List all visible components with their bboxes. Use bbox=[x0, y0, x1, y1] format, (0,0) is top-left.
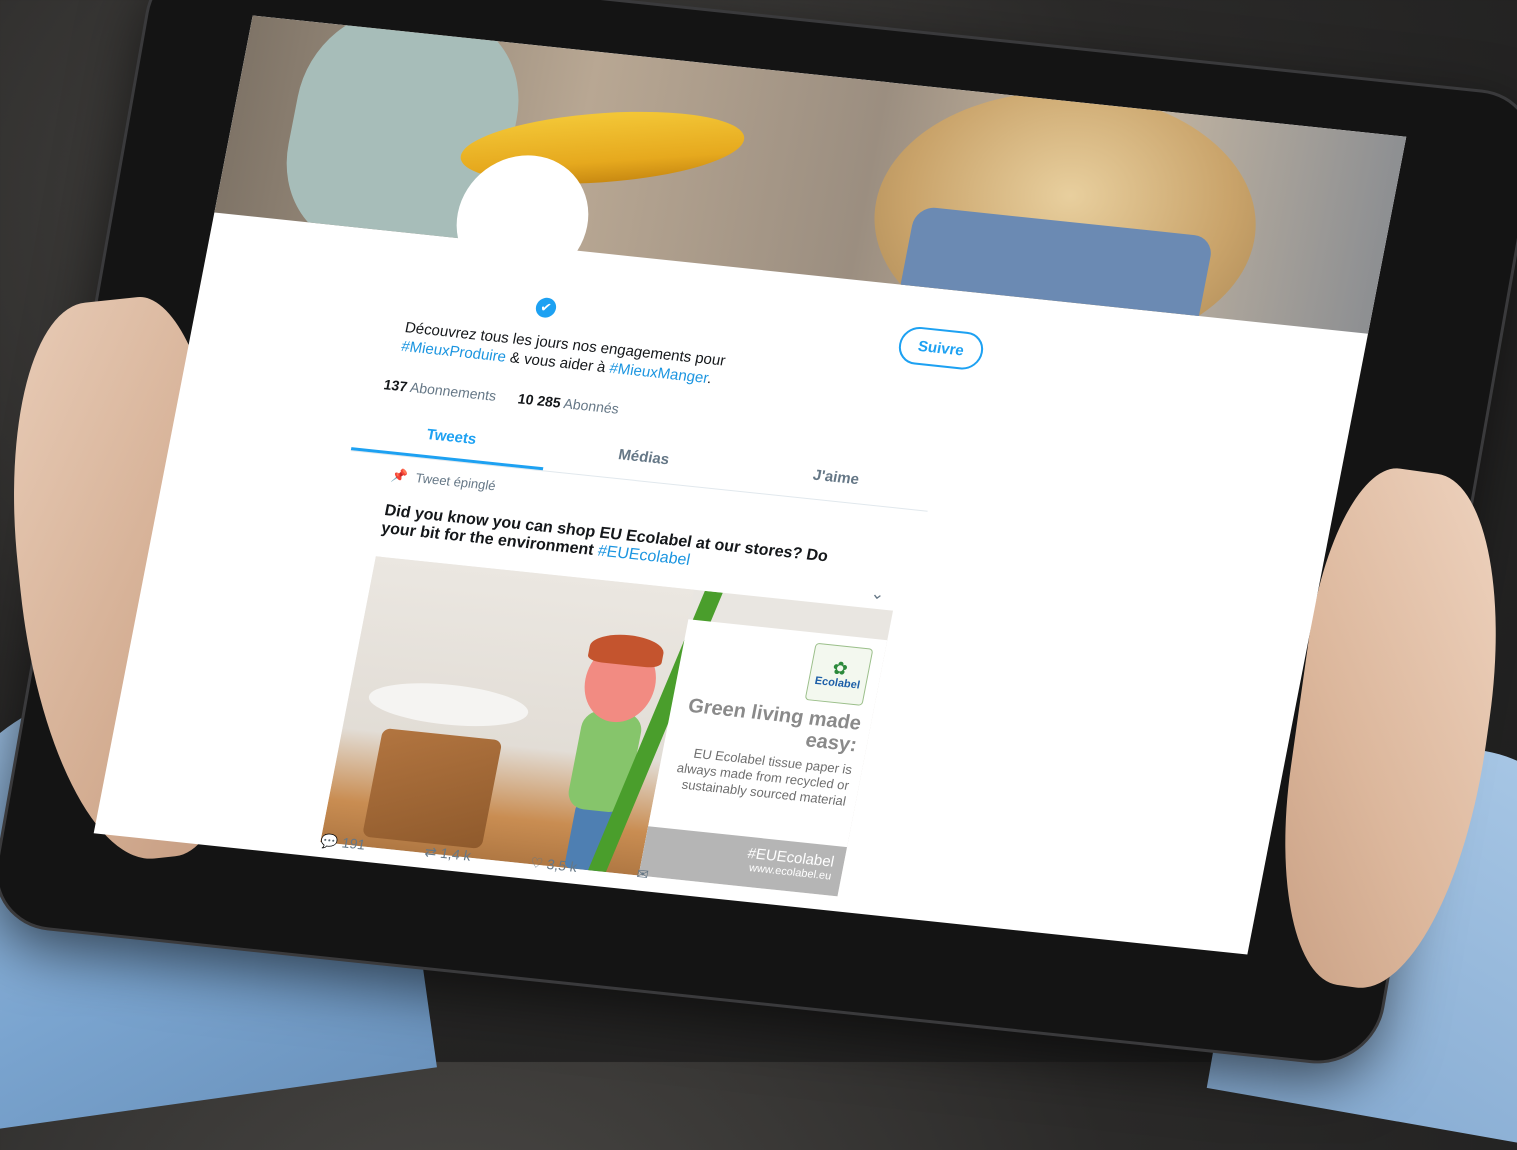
pinned-indicator: 📌 Tweet épinglé bbox=[390, 468, 497, 495]
retweet-count: 1,4 k bbox=[439, 844, 473, 864]
retweet-icon: ⇄ bbox=[423, 843, 439, 861]
followers-label: Abonnés bbox=[562, 395, 621, 417]
retweet-button[interactable]: ⇄1,4 k bbox=[423, 843, 472, 865]
tab-tweets[interactable]: Tweets bbox=[350, 408, 552, 471]
followers-link[interactable]: 10 285 Abonnés bbox=[517, 390, 621, 416]
reply-button[interactable]: 💬191 bbox=[319, 832, 367, 853]
mail-icon: ✉ bbox=[635, 865, 650, 883]
like-count: 3,5 k bbox=[545, 855, 579, 875]
profile-stats: 137 Abonnements 10 285 Abonnés bbox=[382, 376, 620, 416]
reply-count: 191 bbox=[340, 834, 367, 853]
tablet-screen: ✔ Suivre Découvrez tous les jours nos en… bbox=[93, 15, 1407, 955]
heart-icon: ♡ bbox=[528, 854, 545, 872]
followers-count: 10 285 bbox=[516, 390, 563, 411]
profile-bio: Découvrez tous les jours nos engagements… bbox=[400, 318, 765, 393]
flower-icon: ✿ bbox=[830, 657, 850, 680]
reply-icon: 💬 bbox=[319, 832, 340, 850]
pin-icon: 📌 bbox=[390, 467, 410, 485]
profile-tabs: Tweets Médias J'aime bbox=[350, 408, 936, 512]
verified-badge-icon: ✔ bbox=[534, 296, 558, 319]
ecolabel-logo: ✿ Ecolabel bbox=[804, 642, 874, 706]
following-count: 137 bbox=[382, 376, 409, 395]
follow-button[interactable]: Suivre bbox=[895, 325, 987, 372]
following-label: Abonnements bbox=[408, 379, 498, 404]
chevron-down-icon[interactable]: ⌄ bbox=[869, 583, 886, 604]
following-link[interactable]: 137 Abonnements bbox=[382, 376, 497, 404]
tab-likes[interactable]: J'aime bbox=[735, 449, 935, 511]
illustration-chair bbox=[362, 727, 503, 849]
message-button[interactable]: ✉ bbox=[635, 865, 654, 883]
ecolabel-logo-text: Ecolabel bbox=[813, 674, 861, 692]
pinned-label: Tweet épinglé bbox=[414, 470, 497, 494]
like-button[interactable]: ♡3,5 k bbox=[529, 854, 579, 876]
tab-medias[interactable]: Médias bbox=[543, 429, 743, 491]
